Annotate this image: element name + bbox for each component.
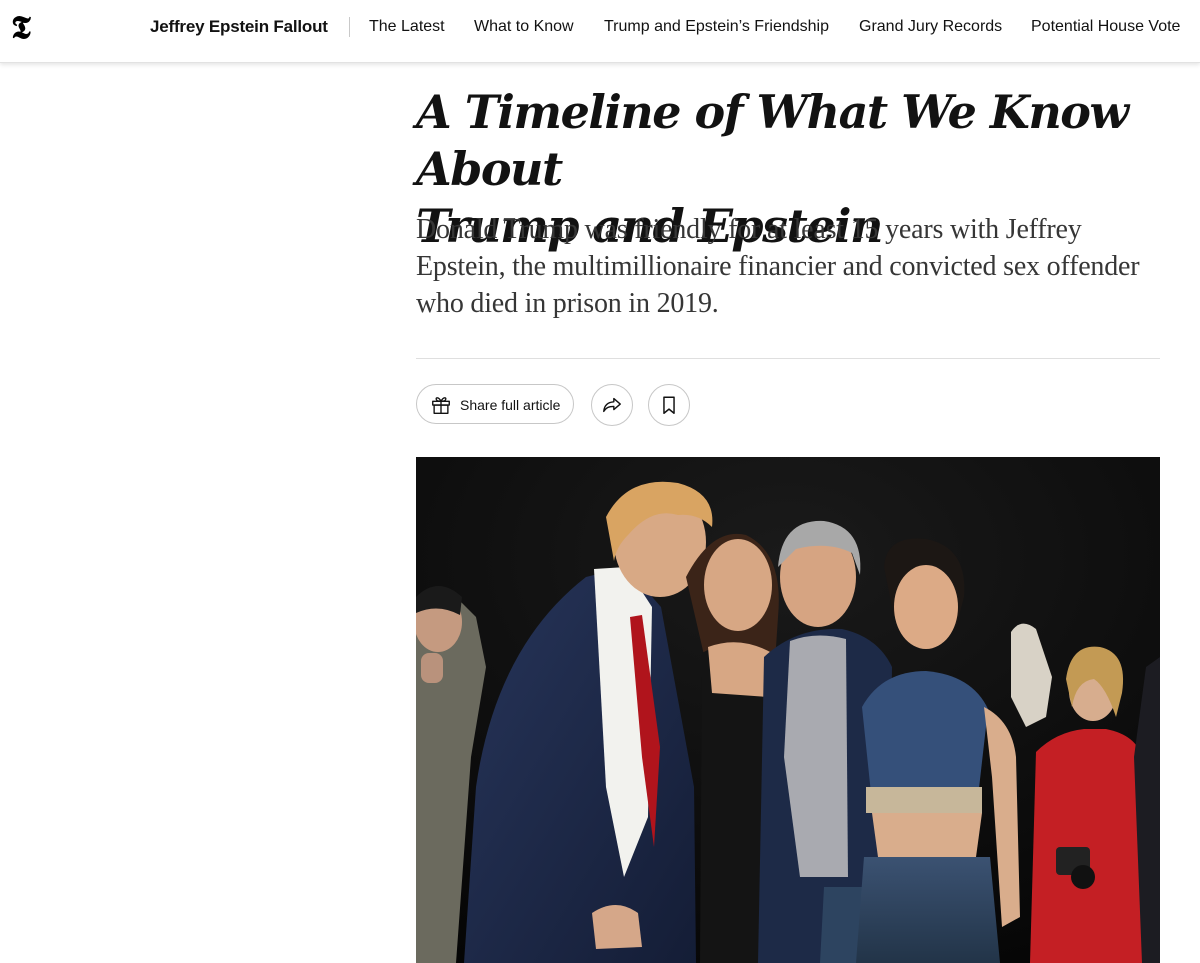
share-arrow-icon [603, 397, 621, 413]
save-bookmark-button[interactable] [648, 384, 690, 426]
nyt-logo-icon[interactable]: 𝕿 [7, 10, 35, 44]
nav-item-trump-epstein-friendship[interactable]: Trump and Epstein’s Friendship [604, 16, 829, 38]
nav-item-grand-jury-records[interactable]: Grand Jury Records [859, 16, 1002, 38]
top-navigation-bar: 𝕿 Jeffrey Epstein Fallout The Latest Wha… [0, 0, 1200, 63]
nav-divider [349, 17, 350, 37]
nav-item-potential-house-vote[interactable]: Potential House Vote [1031, 16, 1180, 38]
nav-item-the-latest[interactable]: The Latest [369, 16, 445, 38]
section-title-link[interactable]: Jeffrey Epstein Fallout [150, 16, 328, 38]
share-full-article-label: Share full article [460, 397, 561, 413]
nav-item-what-to-know[interactable]: What to Know [474, 16, 574, 38]
gift-icon [432, 397, 450, 414]
article-summary: Donald Trump was friendly for at least 1… [416, 214, 1140, 319]
bookmark-icon [663, 396, 675, 414]
share-full-article-button[interactable]: Share full article [416, 384, 574, 424]
headline-line-1: A Timeline of What We Know About [416, 85, 1129, 196]
share-button[interactable] [591, 384, 633, 426]
summary-divider [416, 358, 1160, 359]
lead-photo-illustration [416, 457, 1160, 963]
lead-photo [416, 457, 1160, 963]
